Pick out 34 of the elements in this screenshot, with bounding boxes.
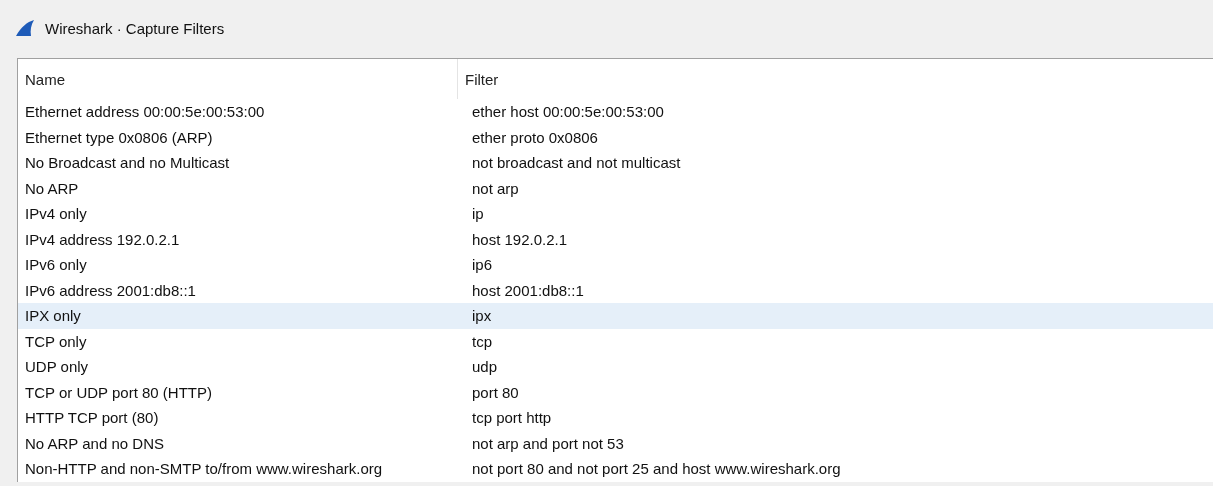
table-cell-text: port 80 [471, 383, 520, 401]
table-cell-text: ether host 00:00:5e:00:53:00 [471, 103, 665, 121]
table-cell-text: TCP only [24, 332, 88, 350]
table-cell-text: ipx [471, 307, 493, 325]
table-cell-text: host 2001:db8::1 [471, 281, 585, 299]
table-cell-text: No ARP and no DNS [24, 434, 165, 452]
table-cell-text: TCP or UDP port 80 (HTTP) [24, 383, 213, 401]
table-cell-text: IPv6 address 2001:db8::1 [24, 281, 197, 299]
table-cell-text: IPv6 only [24, 256, 88, 274]
table-cell-text: not broadcast and not multicast [471, 154, 682, 172]
table-cell-text: Non-HTTP and non-SMTP to/from www.wireshark.org [24, 460, 384, 478]
table-cell-text: UDP only [24, 358, 90, 376]
table-cell-text: tcp [471, 332, 493, 350]
table-cell-text: not arp [471, 179, 520, 197]
table-cell-text: ip [471, 205, 485, 223]
table-cell-text: IPX only [24, 307, 82, 325]
table-cell-text: No ARP [24, 179, 80, 197]
table-cell-text: IPv4 only [24, 205, 88, 223]
table-cell-text: No Broadcast and no Multicast [24, 154, 231, 172]
table-cell-text: Ethernet address 00:00:5e:00:53:00 [24, 103, 266, 121]
table-cell-text: ip6 [471, 256, 494, 274]
table-cell-text: udp [471, 358, 499, 376]
table-cell-text: host 192.0.2.1 [471, 230, 569, 248]
table-cell-text: not port 80 and not port 25 and host www.wireshark.org [471, 460, 842, 478]
window-title: Wireshark · Capture Filters [45, 19, 225, 37]
table-cell-text: tcp port http [471, 409, 553, 427]
table-cell-text: not arp and port not 53 [471, 434, 625, 452]
table-cell-text: Ethernet type 0x0806 (ARP) [24, 128, 214, 146]
column-header[interactable]: Filter [458, 59, 1213, 99]
table-cell-text: HTTP TCP port (80) [24, 409, 160, 427]
shark-fin-icon [15, 19, 35, 37]
table-cell-text: IPv4 address 192.0.2.1 [24, 230, 181, 248]
table-cell-text: ether proto 0x0806 [471, 128, 599, 146]
table-row[interactable]: IPX only ipx [18, 303, 1213, 329]
